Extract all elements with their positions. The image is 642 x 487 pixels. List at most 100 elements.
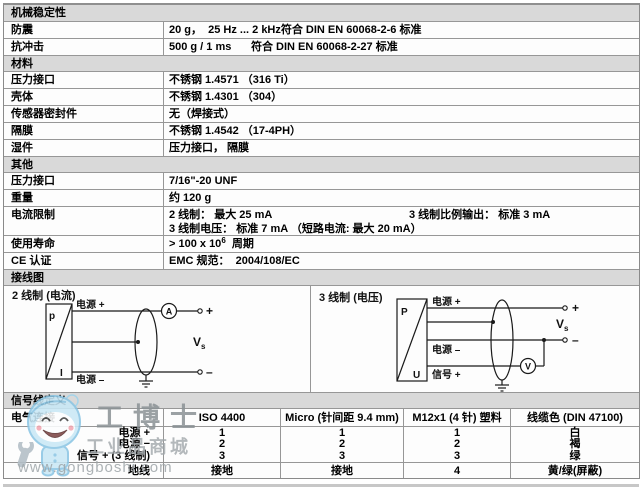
spec-row: 电流限制2 线制： 最大 25 mA3 线制比例输出： 标准 3 mA3 线制电…: [4, 206, 639, 235]
spec-label: 重量: [4, 190, 164, 206]
spec-value: 不锈钢 1.4542 （17-4PH）: [169, 124, 301, 138]
spec-label: 抗冲击: [4, 39, 164, 55]
spec-value: 7/16"-20 UNF: [169, 174, 251, 188]
section-title: 机械稳定性: [11, 6, 66, 20]
spec-label: 使用寿命: [4, 236, 164, 252]
spec-row: 重量约 120 g: [4, 189, 639, 206]
spec-value-cell: 2 线制： 最大 25 mA3 线制比例输出： 标准 3 mA3 线制电压： 标…: [164, 207, 639, 235]
diagram-title: 3 线制 (电压): [319, 290, 383, 304]
spec-label: 压力接口: [4, 173, 164, 189]
spec-row: CE 认证 EMC 规范： 2004/108/EC: [4, 252, 639, 269]
spec-value: 不锈钢 1.4301 （304）: [169, 90, 282, 104]
spec-row: 壳体不锈钢 1.4301 （304）: [4, 88, 639, 105]
two-wire-diagram-cell: 2 线制 (电流) p I: [4, 286, 311, 392]
terminal-plus: [198, 309, 202, 313]
supply-plus-label: 电源 +: [432, 295, 461, 308]
pressure-port-label: p: [49, 311, 55, 322]
three-wire-diagram-cell: 3 线制 (电压) P U: [311, 286, 639, 392]
section-title: 其他: [11, 158, 33, 172]
signal-cell: 3: [281, 450, 404, 462]
current-output-label: I: [60, 368, 63, 379]
spec-row: 使用寿命> 100 x 106 周期: [4, 235, 639, 252]
spec-row: 传感器密封件无（焊接式）: [4, 105, 639, 122]
signal-cell: 3: [164, 450, 281, 462]
spec-value: 2 线制： 最大 25 mA: [169, 208, 409, 222]
signal-cell: 绿: [511, 450, 639, 462]
spec-value: 压力接口， 隔膜: [169, 141, 251, 155]
junction-dot: [542, 338, 546, 342]
signal-cell: 4: [404, 463, 511, 478]
plus-sign: +: [572, 301, 579, 315]
signal-cell: 信号 + (3 线制): [4, 450, 164, 462]
spec-value: 不锈钢 1.4571 （316 Ti）: [169, 73, 295, 87]
signal-row: 信号 + (3 线制)333绿: [4, 450, 639, 462]
spec-value: 周期: [226, 237, 254, 251]
spec-value-cell: 不锈钢 1.4542 （17-4PH）: [164, 123, 639, 139]
two-wire-diagram: 2 线制 (电流) p I: [4, 286, 310, 392]
signal-header-cell: M12x1 (4 针) 塑料: [404, 409, 511, 426]
terminal-minus: [198, 370, 202, 374]
section-title: 材料: [11, 57, 33, 71]
spec-row: 隔膜不锈钢 1.4542 （17-4PH）: [4, 122, 639, 139]
junction-dot: [136, 340, 140, 344]
ground-icon: [495, 380, 509, 391]
datasheet-page: { "table": { "rows": [ {"type":"section"…: [0, 0, 642, 487]
pressure-port-label: P: [401, 307, 408, 318]
section-header-row: 接线图: [4, 269, 639, 285]
spec-value: EMC 规范： 2004/108/EC: [169, 254, 300, 268]
spec-value-cell: EMC 规范： 2004/108/EC: [164, 253, 639, 269]
signal-plus-label: 信号 +: [432, 368, 461, 381]
signal-cell: 3: [404, 450, 511, 462]
spec-value-cell: > 100 x 106 周期: [164, 236, 639, 252]
spec-label: 壳体: [4, 89, 164, 105]
diagram-title: 2 线制 (电流): [12, 288, 76, 302]
signal-header-cell: 线缆色 (DIN 47100): [511, 409, 639, 426]
spec-value: 500 g / 1 ms: [169, 40, 251, 54]
signal-cell: 接地: [281, 463, 404, 478]
vs-label: Vs: [556, 317, 569, 333]
spec-label: 压力接口: [4, 72, 164, 88]
spec-value-cell: 20 g， 25 Hz ... 2 kHz符合 DIN EN 60068-2-6…: [164, 22, 639, 38]
spec-value: 3 线制电压： 标准 7 mA （短路电流: 最大 20 mA）: [169, 223, 422, 235]
spec-table: 机械稳定性防震20 g， 25 Hz ... 2 kHz符合 DIN EN 60…: [3, 3, 640, 479]
voltage-output-label: U: [413, 370, 420, 381]
signal-cell: 接地: [164, 463, 281, 478]
signal-cell: 地线: [4, 463, 164, 478]
wiring-diagrams-row: 2 线制 (电流) p I: [4, 285, 639, 392]
signal-header-row: 电气连接ISO 4400Micro (针间距 9.4 mm)M12x1 (4 针…: [4, 408, 639, 426]
spec-row: 防震20 g， 25 Hz ... 2 kHz符合 DIN EN 60068-2…: [4, 21, 639, 38]
wires: [427, 308, 563, 366]
spec-value-cell: 约 120 g: [164, 190, 639, 206]
spec-label: 防震: [4, 22, 164, 38]
spec-value-cell: 无（焊接式）: [164, 106, 639, 122]
supply-minus-label: 电源 –: [76, 373, 105, 386]
terminal-minus: [563, 338, 567, 342]
three-wire-diagram: 3 线制 (电压) P U: [311, 286, 637, 392]
supply-minus-label: 电源 –: [432, 343, 461, 356]
section-header-row: 机械稳定性: [4, 5, 639, 21]
spec-rows: 机械稳定性防震20 g， 25 Hz ... 2 kHz符合 DIN EN 60…: [4, 5, 639, 285]
spec-label: CE 认证: [4, 253, 164, 269]
section-header-row: 其他: [4, 156, 639, 172]
section-header-row: 材料: [4, 55, 639, 71]
spec-note: 符合 DIN EN 60068-2-27 标准: [251, 40, 398, 54]
spec-value-cell: 7/16"-20 UNF: [164, 173, 639, 189]
spec-row: 湿件压力接口， 隔膜: [4, 139, 639, 156]
spec-label: 电流限制: [4, 207, 164, 235]
minus-sign: –: [206, 365, 213, 379]
spec-value-line: 3 线制电压： 标准 7 mA （短路电流: 最大 20 mA）: [169, 222, 639, 236]
section-title: 信号线定义: [11, 394, 66, 408]
spec-value: 约 120 g: [169, 191, 251, 205]
signal-header-cell: ISO 4400: [164, 409, 281, 426]
spec-row: 抗冲击 500 g / 1 ms符合 DIN EN 60068-2-27 标准: [4, 38, 639, 55]
spec-label: 隔膜: [4, 123, 164, 139]
spec-value-line: 2 线制： 最大 25 mA3 线制比例输出： 标准 3 mA: [169, 208, 639, 222]
terminal-plus: [563, 306, 567, 310]
vs-label: Vs: [193, 335, 206, 351]
voltmeter-letter: V: [525, 362, 531, 372]
spec-label: 传感器密封件: [4, 106, 164, 122]
signal-table: 电气连接ISO 4400Micro (针间距 9.4 mm)M12x1 (4 针…: [4, 408, 639, 478]
spec-note: 3 线制比例输出： 标准 3 mA: [409, 209, 550, 221]
spec-value: 20 g， 25 Hz ... 2 kHz: [169, 23, 281, 37]
signal-ground-row: 地线接地接地4黄/绿(屏蔽): [4, 462, 639, 478]
